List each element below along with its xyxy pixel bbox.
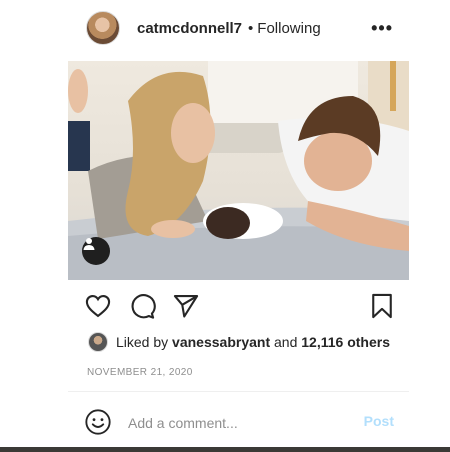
like-button[interactable] [84,292,114,322]
heart-icon [85,295,111,318]
window-bottom-edge [0,447,450,452]
user-tag-icon [83,238,95,250]
likes-prefix: Liked by [116,334,173,350]
username-link[interactable]: catmcdonnell7 [137,20,242,37]
emoji-picker-button[interactable] [84,408,112,436]
comment-input[interactable] [128,412,338,434]
likes-summary: Liked by vanessabryant and 12,116 others [88,331,390,353]
comment-icon [131,294,156,319]
profile-avatar[interactable] [86,11,120,45]
share-button[interactable] [172,292,202,322]
more-options-button[interactable]: ••• [371,18,393,39]
likes-middle: and [270,334,302,350]
likes-count-link[interactable]: 12,116 others [301,334,390,350]
action-bar [84,292,396,322]
post-date[interactable]: NOVEMBER 21, 2020 [87,367,193,378]
comment-form: Post [84,406,396,438]
liker-avatar[interactable] [88,332,108,352]
tagged-users-button[interactable] [82,237,110,265]
liker-username-link[interactable]: vanessabryant [172,334,270,350]
follow-status-button[interactable]: Following [257,20,320,37]
comment-divider [68,391,409,392]
instagram-post: catmcdonnell7 • Following ••• Liked by v… [0,0,450,452]
smiley-icon [85,409,111,435]
paper-plane-icon [173,295,199,318]
bookmark-icon [372,293,392,319]
post-photo-illustration [68,61,409,280]
save-button[interactable] [368,292,398,322]
post-image[interactable] [68,61,409,280]
post-header: catmcdonnell7 • Following ••• [68,8,409,48]
post-comment-button[interactable]: Post [364,413,394,429]
header-separator: • [248,19,254,37]
comment-button[interactable] [128,292,158,322]
